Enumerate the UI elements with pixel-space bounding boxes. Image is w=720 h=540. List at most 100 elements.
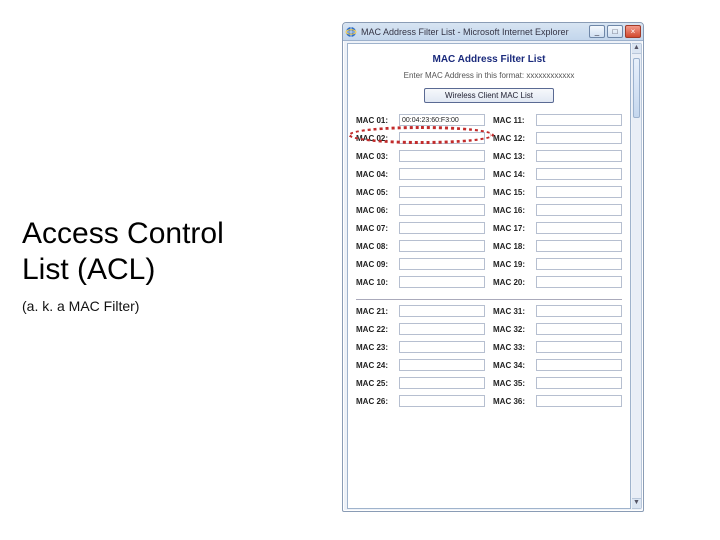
mac-input-04[interactable] xyxy=(399,168,485,180)
mac-row-33: MAC 33: xyxy=(493,338,622,356)
mac-row-22: MAC 22: xyxy=(356,320,485,338)
mac-input-10[interactable] xyxy=(399,276,485,288)
mac-label-06: MAC 06: xyxy=(356,206,396,215)
mac-input-02[interactable] xyxy=(399,132,485,144)
mac-input-36[interactable] xyxy=(536,395,622,407)
mac-input-26[interactable] xyxy=(399,395,485,407)
mac-row-14: MAC 14: xyxy=(493,165,622,183)
mac-label-26: MAC 26: xyxy=(356,397,396,406)
mac-col-left-2: MAC 21: MAC 22: MAC 23: MAC 24: MAC 25: … xyxy=(356,302,485,410)
mac-col-left-1: MAC 01:00:04:23:60:F3:00 MAC 02: MAC 03:… xyxy=(356,111,485,291)
mac-row-20: MAC 20: xyxy=(493,273,622,291)
mac-label-05: MAC 05: xyxy=(356,188,396,197)
mac-row-13: MAC 13: xyxy=(493,147,622,165)
mac-row-18: MAC 18: xyxy=(493,237,622,255)
mac-input-31[interactable] xyxy=(536,305,622,317)
slide-title-line2: List (ACL) xyxy=(22,253,155,286)
titlebar[interactable]: MAC Address Filter List - Microsoft Inte… xyxy=(343,23,643,41)
mac-row-23: MAC 23: xyxy=(356,338,485,356)
mac-input-06[interactable] xyxy=(399,204,485,216)
mac-row-17: MAC 17: xyxy=(493,219,622,237)
mac-input-01[interactable]: 00:04:23:60:F3:00 xyxy=(399,114,485,126)
mac-block-1: MAC 01:00:04:23:60:F3:00 MAC 02: MAC 03:… xyxy=(356,111,622,291)
mac-input-33[interactable] xyxy=(536,341,622,353)
mac-label-16: MAC 16: xyxy=(493,206,533,215)
mac-label-15: MAC 15: xyxy=(493,188,533,197)
mac-input-14[interactable] xyxy=(536,168,622,180)
mac-input-12[interactable] xyxy=(536,132,622,144)
mac-label-03: MAC 03: xyxy=(356,152,396,161)
mac-block-2: MAC 21: MAC 22: MAC 23: MAC 24: MAC 25: … xyxy=(356,299,622,410)
mac-row-31: MAC 31: xyxy=(493,302,622,320)
mac-label-12: MAC 12: xyxy=(493,134,533,143)
mac-input-11[interactable] xyxy=(536,114,622,126)
mac-label-24: MAC 24: xyxy=(356,361,396,370)
mac-row-03: MAC 03: xyxy=(356,147,485,165)
vertical-scrollbar[interactable]: ▲ ▼ xyxy=(632,43,642,509)
mac-row-04: MAC 04: xyxy=(356,165,485,183)
mac-row-21: MAC 21: xyxy=(356,302,485,320)
mac-label-01: MAC 01: xyxy=(356,116,396,125)
mac-row-05: MAC 05: xyxy=(356,183,485,201)
mac-input-35[interactable] xyxy=(536,377,622,389)
scroll-down-arrow-icon[interactable]: ▼ xyxy=(632,498,641,508)
mac-label-08: MAC 08: xyxy=(356,242,396,251)
mac-input-24[interactable] xyxy=(399,359,485,371)
mac-input-19[interactable] xyxy=(536,258,622,270)
mac-label-35: MAC 35: xyxy=(493,379,533,388)
mac-row-07: MAC 07: xyxy=(356,219,485,237)
mac-input-09[interactable] xyxy=(399,258,485,270)
mac-input-07[interactable] xyxy=(399,222,485,234)
mac-input-34[interactable] xyxy=(536,359,622,371)
mac-label-31: MAC 31: xyxy=(493,307,533,316)
mac-label-33: MAC 33: xyxy=(493,343,533,352)
titlebar-text: MAC Address Filter List - Microsoft Inte… xyxy=(361,27,589,37)
mac-input-20[interactable] xyxy=(536,276,622,288)
mac-label-20: MAC 20: xyxy=(493,278,533,287)
mac-row-16: MAC 16: xyxy=(493,201,622,219)
mac-label-19: MAC 19: xyxy=(493,260,533,269)
scroll-thumb[interactable] xyxy=(633,58,640,118)
mac-row-08: MAC 08: xyxy=(356,237,485,255)
mac-input-17[interactable] xyxy=(536,222,622,234)
mac-row-12: MAC 12: xyxy=(493,129,622,147)
mac-label-18: MAC 18: xyxy=(493,242,533,251)
mac-label-32: MAC 32: xyxy=(493,325,533,334)
page-instruction: Enter MAC Address in this format: xxxxxx… xyxy=(348,71,630,80)
client-area: MAC Address Filter List Enter MAC Addres… xyxy=(347,43,631,509)
ie-icon xyxy=(345,26,357,38)
mac-input-08[interactable] xyxy=(399,240,485,252)
mac-row-24: MAC 24: xyxy=(356,356,485,374)
mac-row-25: MAC 25: xyxy=(356,374,485,392)
wireless-client-list-button[interactable]: Wireless Client MAC List xyxy=(424,88,554,103)
mac-col-right-1: MAC 11: MAC 12: MAC 13: MAC 14: MAC 15: … xyxy=(493,111,622,291)
mac-label-36: MAC 36: xyxy=(493,397,533,406)
mac-input-05[interactable] xyxy=(399,186,485,198)
mac-input-18[interactable] xyxy=(536,240,622,252)
mac-label-23: MAC 23: xyxy=(356,343,396,352)
slide-title-line1: Access Control xyxy=(22,217,224,250)
mac-label-11: MAC 11: xyxy=(493,116,533,125)
mac-input-21[interactable] xyxy=(399,305,485,317)
mac-input-03[interactable] xyxy=(399,150,485,162)
mac-row-35: MAC 35: xyxy=(493,374,622,392)
mac-input-15[interactable] xyxy=(536,186,622,198)
mac-label-10: MAC 10: xyxy=(356,278,396,287)
minimize-button[interactable]: _ xyxy=(589,25,605,38)
maximize-button[interactable]: □ xyxy=(607,25,623,38)
mac-label-02: MAC 02: xyxy=(356,134,396,143)
mac-row-01: MAC 01:00:04:23:60:F3:00 xyxy=(356,111,485,129)
scroll-up-arrow-icon[interactable]: ▲ xyxy=(632,44,641,54)
close-button[interactable]: × xyxy=(625,25,641,38)
mac-label-09: MAC 09: xyxy=(356,260,396,269)
mac-input-22[interactable] xyxy=(399,323,485,335)
mac-row-02: MAC 02: xyxy=(356,129,485,147)
mac-label-04: MAC 04: xyxy=(356,170,396,179)
mac-input-13[interactable] xyxy=(536,150,622,162)
window-buttons: _ □ × xyxy=(589,25,641,38)
mac-row-15: MAC 15: xyxy=(493,183,622,201)
mac-input-16[interactable] xyxy=(536,204,622,216)
mac-input-23[interactable] xyxy=(399,341,485,353)
mac-input-25[interactable] xyxy=(399,377,485,389)
mac-input-32[interactable] xyxy=(536,323,622,335)
